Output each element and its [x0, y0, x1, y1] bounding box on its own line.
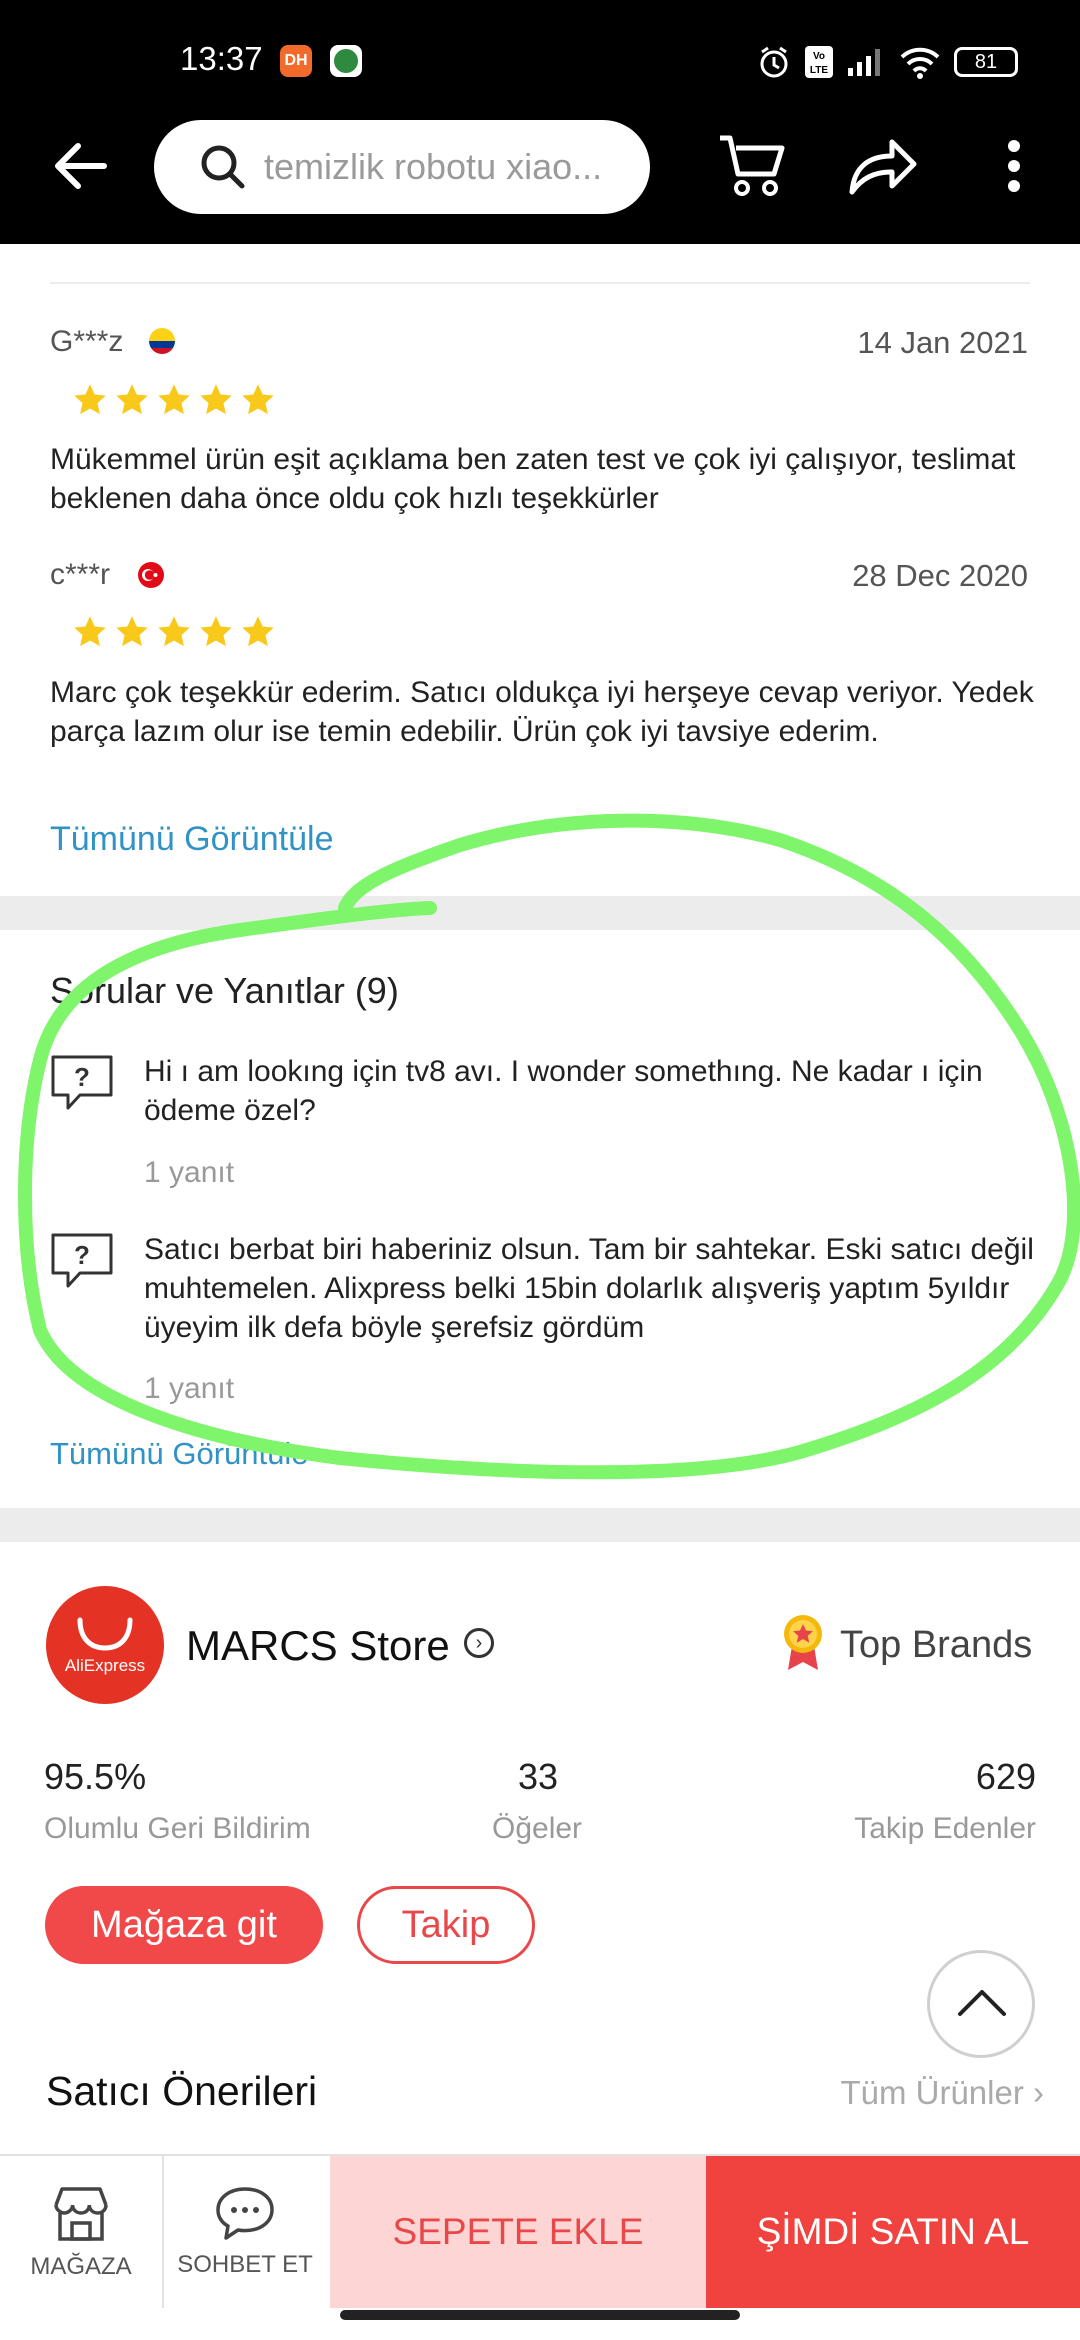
- go-to-store-button[interactable]: Mağaza git: [45, 1886, 323, 1964]
- all-products-label: Tüm Ürünler: [840, 2074, 1024, 2111]
- stat-items-value: 33: [518, 1756, 559, 1797]
- search-placeholder: temizlik robotu xiao...: [264, 146, 603, 187]
- chat-tab-button[interactable]: SOHBET ET: [164, 2156, 326, 2308]
- star-icon: [200, 384, 232, 415]
- review-text: Marc çok teşekkür ederim. Satıcı oldukça…: [50, 676, 1034, 748]
- qa-section-title: Sorular ve Yanıtlar (9): [50, 970, 399, 1011]
- volte-icon: Vo LTE: [805, 46, 833, 78]
- star-icon: [116, 616, 148, 647]
- battery-indicator: 81: [954, 47, 1018, 77]
- star-icon: [242, 384, 274, 415]
- review-stars: [72, 614, 276, 650]
- svg-text:Vo: Vo: [813, 51, 825, 62]
- storefront-icon: [54, 2187, 108, 2241]
- chevron-up-icon: [958, 1990, 1006, 2016]
- cart-icon[interactable]: [716, 130, 788, 202]
- stat-feedback-label: Olumlu Geri Bildirim: [44, 1812, 311, 1845]
- share-icon[interactable]: [846, 136, 918, 196]
- section-separator: [0, 1508, 1080, 1542]
- aliexpress-logo-icon: [77, 1617, 133, 1651]
- review-text: Mükemmel ürün eşit açıklama ben zaten te…: [50, 443, 1016, 515]
- reviews-view-all-link[interactable]: Tümünü Görüntüle: [50, 820, 334, 859]
- chevron-right-icon[interactable]: ›: [464, 1628, 494, 1658]
- star-icon: [74, 616, 106, 647]
- section-separator: [0, 896, 1080, 930]
- store-logo[interactable]: AliExpress: [46, 1586, 164, 1704]
- review-stars: [72, 382, 276, 418]
- all-products-link[interactable]: Tüm Ürünler ›: [840, 2074, 1044, 2112]
- top-brands-badge: Top Brands: [840, 1624, 1033, 1666]
- star-icon: [158, 616, 190, 647]
- search-input[interactable]: temizlik robotu xiao...: [154, 120, 650, 214]
- chevron-right-icon: ›: [1033, 2074, 1044, 2111]
- add-to-cart-button[interactable]: SEPETE EKLE: [330, 2156, 706, 2308]
- status-time: 13:37: [180, 40, 263, 77]
- star-icon: [74, 384, 106, 415]
- star-icon: [242, 616, 274, 647]
- stat-feedback-value: 95.5%: [44, 1756, 147, 1797]
- chat-tab-label: SOHBET ET: [177, 2251, 313, 2278]
- search-icon: [201, 145, 245, 189]
- answer-count[interactable]: 1 yanıt: [144, 1156, 234, 1190]
- stat-followers-value: 629: [975, 1756, 1036, 1797]
- colombia-flag-icon: [149, 328, 175, 354]
- svg-text:?: ?: [74, 1240, 90, 1270]
- star-icon: [200, 616, 232, 647]
- store-name[interactable]: MARCS Store: [186, 1622, 450, 1670]
- star-icon: [158, 384, 190, 415]
- svg-text:?: ?: [74, 1062, 90, 1092]
- qa-view-all-link[interactable]: Tümünü Görüntüle: [50, 1436, 308, 1472]
- wifi-icon: [900, 47, 940, 79]
- reviewer-name: G***z: [50, 325, 124, 358]
- review-date: 28 Dec 2020: [852, 558, 1028, 593]
- store-tab-label: MAĞAZA: [30, 2253, 132, 2280]
- section-divider: [50, 282, 1030, 284]
- svg-text:LTE: LTE: [810, 65, 828, 76]
- question-icon: ?: [51, 1055, 113, 1110]
- app-header: 13:37 DH Vo LTE 81 temizlik robotu xiao..…: [0, 0, 1080, 244]
- chat-bubble-icon: [216, 2187, 274, 2240]
- home-indicator[interactable]: [340, 2310, 740, 2320]
- question-text[interactable]: Hi ı am lookıng için tv8 avı. I wonder s…: [144, 1052, 1044, 1130]
- answer-count[interactable]: 1 yanıt: [144, 1372, 234, 1406]
- system-icons: Vo LTE 81: [756, 42, 1018, 82]
- store-tab-button[interactable]: MAĞAZA: [0, 2156, 164, 2308]
- stat-followers-label: Takip Edenler: [854, 1812, 1036, 1845]
- question-text[interactable]: Satıcı berbat biri haberiniz olsun. Tam …: [144, 1230, 1044, 1347]
- back-arrow-icon[interactable]: [50, 140, 110, 192]
- star-icon: [116, 384, 148, 415]
- alarm-icon: [760, 46, 788, 78]
- stat-items-label: Öğeler: [492, 1812, 583, 1845]
- bottom-action-bar: MAĞAZA SOHBET ET SEPETE EKLE ŞİMDİ SATIN…: [0, 2154, 1080, 2308]
- review-date: 14 Jan 2021: [857, 325, 1028, 360]
- turkey-flag-icon: [138, 562, 164, 588]
- follow-button[interactable]: Takip: [357, 1886, 535, 1964]
- notification-app-icon: [330, 45, 362, 77]
- top-brands-medal-icon: [784, 1615, 822, 1670]
- more-vertical-icon[interactable]: [1004, 138, 1024, 194]
- signal-icon: [848, 49, 880, 76]
- question-icon: ?: [51, 1233, 113, 1288]
- store-logo-text: AliExpress: [64, 1656, 146, 1675]
- dh-app-icon: DH: [280, 45, 312, 77]
- reviewer-name: c***r: [50, 558, 111, 591]
- seller-recommendations-title: Satıcı Önerileri: [46, 2068, 318, 2114]
- buy-now-button[interactable]: ŞİMDİ SATIN AL: [706, 2156, 1080, 2308]
- scroll-to-top-button[interactable]: [927, 1950, 1035, 2058]
